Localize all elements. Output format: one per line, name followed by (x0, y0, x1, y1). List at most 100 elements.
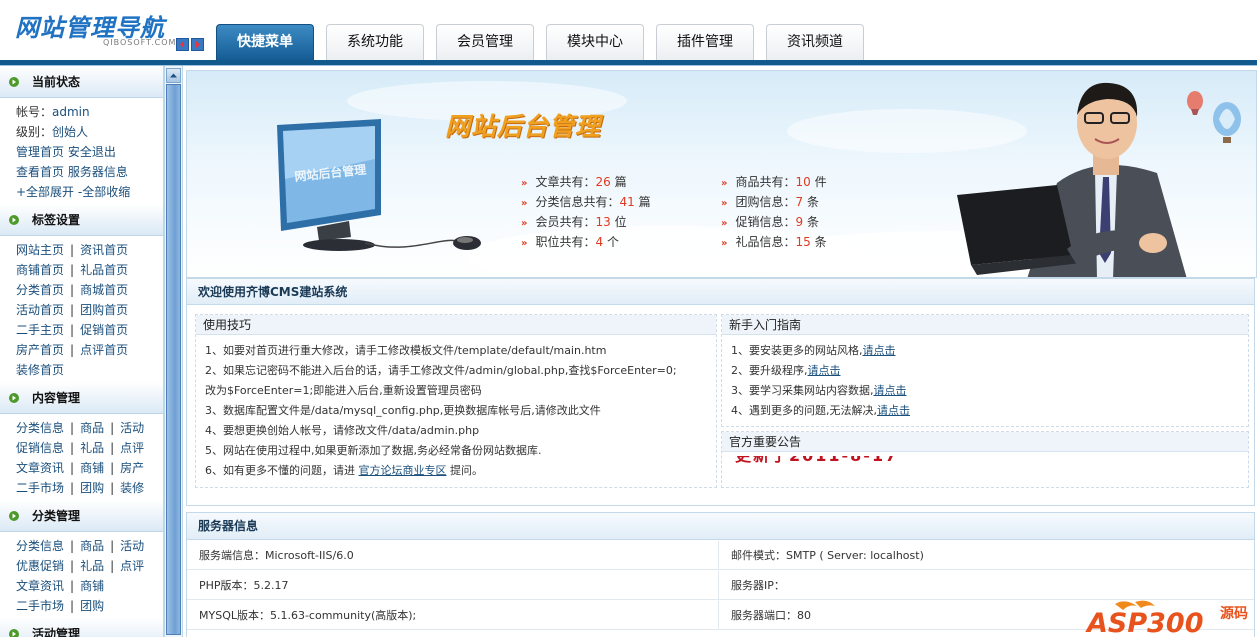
sidebar-link[interactable]: 二手市场 (16, 481, 64, 495)
guide-box: 新手入门指南 1、要安装更多的网站风格,请点击 2、要升级程序,请点击 3、要学… (721, 314, 1249, 427)
guide-link[interactable]: 请点击 (877, 404, 910, 417)
watermark-text: ASP300 (1085, 608, 1204, 637)
server-os: 服务端信息：Microsoft-IIS/6.0 (187, 541, 719, 570)
sidebar-link[interactable]: 促销信息 (16, 441, 64, 455)
sidebar-section-content[interactable]: 内容管理 (0, 382, 163, 414)
tab-plugin-management[interactable]: 插件管理 (656, 24, 754, 60)
sidebar-link[interactable]: 商铺 (80, 579, 104, 593)
tip-item: 3、数据库配置文件是/data/mysql_config.php,更换数据库帐号… (205, 404, 601, 417)
scroll-up-arrow-icon[interactable] (166, 68, 181, 83)
server-mysql-version: MYSQL版本：5.1.63-community(高版本); (187, 601, 719, 630)
guide-list: 1、要安装更多的网站风格,请点击 2、要升级程序,请点击 3、要学习采集网站内容… (722, 335, 1248, 421)
notice-title: 官方重要公告 (722, 432, 1248, 452)
sidebar-link[interactable]: 商品 (80, 421, 104, 435)
welcome-title: 欢迎使用齐博CMS建站系统 (187, 279, 1254, 305)
sidebar-link[interactable]: 文章资讯 (16, 579, 64, 593)
top-tabs: 快捷菜单 系统功能 会员管理 模块中心 插件管理 资讯频道 (216, 24, 876, 60)
tab-news-channel[interactable]: 资讯频道 (766, 24, 864, 60)
sidebar-link[interactable]: 商品 (80, 539, 104, 553)
green-bullet-icon (8, 392, 20, 404)
server-title: 服务器信息 (187, 513, 1254, 540)
sidebar-link[interactable]: 分类信息 (16, 421, 64, 435)
sidebar-link[interactable]: 点评首页 (80, 343, 128, 357)
sidebar-link[interactable]: 分类信息 (16, 539, 64, 553)
asp300-watermark-logo: ASP300 源码 (1085, 600, 1248, 637)
tip-item: 1、如要对首页进行重大修改，请手工修改模板文件/template/default… (205, 344, 607, 357)
guide-title: 新手入门指南 (722, 315, 1248, 335)
sidebar-link[interactable]: 点评 (120, 441, 144, 455)
tab-system-functions[interactable]: 系统功能 (326, 24, 424, 60)
tab-member-management[interactable]: 会员管理 (436, 24, 534, 60)
sidebar-link[interactable]: 二手主页 (16, 323, 64, 337)
sidebar-section-category[interactable]: 分类管理 (0, 500, 163, 532)
sidebar-link[interactable]: 资讯首页 (80, 243, 128, 257)
sidebar-section-title: 标签设置 (32, 213, 81, 227)
sidebar-link[interactable]: 文章资讯 (16, 461, 64, 475)
sidebar-link[interactable]: 礼品 (80, 441, 104, 455)
sidebar-link[interactable]: 装修 (120, 481, 144, 495)
sidebar-section-activity[interactable]: 活动管理 (0, 618, 163, 637)
scroll-left-arrow-icon[interactable] (176, 38, 189, 51)
sidebar-scrollbar[interactable] (164, 66, 183, 637)
tip-item: 改为$ForceEnter=1;即能进入后台,重新设置管理员密码 (205, 384, 482, 397)
sidebar-link[interactable]: 房产 (120, 461, 144, 475)
link-expand-all[interactable]: +全部展开 (16, 185, 74, 199)
sidebar-link[interactable]: 商城首页 (80, 283, 128, 297)
guide-link[interactable]: 请点击 (808, 364, 841, 377)
green-bullet-icon (8, 510, 20, 522)
forum-link[interactable]: 官方论坛商业专区 (359, 464, 447, 477)
link-admin-home[interactable]: 管理首页 (16, 145, 64, 159)
green-bullet-icon (8, 76, 20, 88)
link-collapse-all[interactable]: -全部收缩 (78, 185, 130, 199)
guide-item: 3、要学习采集网站内容数据,请点击 (731, 384, 907, 397)
sidebar-link[interactable]: 二手市场 (16, 599, 64, 613)
sidebar-category-body: 分类信息 | 商品 | 活动 优惠促销 | 礼品 | 点评 文章资讯 | 商铺 二手市场 | 团购 (16, 539, 145, 613)
sidebar-link[interactable]: 团购 (80, 599, 104, 613)
sidebar-link[interactable]: 分类首页 (16, 283, 64, 297)
notice-marquee[interactable]: 更新于2011-8-17 (735, 456, 898, 464)
sidebar-status-body: 帐号：admin 级别：创始人 管理首页 安全退出 查看首页 服务器信息 +全部… (0, 98, 163, 204)
scrollbar-thumb[interactable] (166, 84, 181, 635)
tip-item: 5、网站在使用过程中,如果更新添加了数据,务必经常备份网站数据库. (205, 444, 542, 457)
sidebar-link[interactable]: 礼品首页 (80, 263, 128, 277)
sidebar-link[interactable]: 网站主页 (16, 243, 64, 257)
sidebar-link[interactable]: 优惠促销 (16, 559, 64, 573)
sidebar-link[interactable]: 商铺首页 (16, 263, 64, 277)
sidebar-link[interactable]: 活动 (120, 539, 144, 553)
stat-articles: » 文章共有：26 篇 (521, 175, 627, 189)
sidebar-link[interactable]: 促销首页 (80, 323, 128, 337)
sidebar-link[interactable]: 活动 (120, 421, 144, 435)
sidebar-content-body: 分类信息 | 商品 | 活动 促销信息 | 礼品 | 点评 文章资讯 | 商铺 | 房产 二手市场 | 团购… (16, 421, 145, 495)
link-server-info[interactable]: 服务器信息 (68, 165, 128, 179)
tab-module-center[interactable]: 模块中心 (546, 24, 644, 60)
sidebar-section-tags[interactable]: 标签设置 (0, 204, 163, 236)
sidebar-link[interactable]: 装修首页 (16, 363, 64, 377)
server-php-version: PHP版本：5.2.17 (187, 571, 719, 600)
tip-item: 4、要想更换创始人帐号，请修改文件/data/admin.php (205, 424, 480, 437)
sidebar: 当前状态 帐号：admin 级别：创始人 管理首页 安全退出 查看首页 服务器信… (0, 66, 164, 637)
stat-gifts: » 礼品信息：15 条 (721, 235, 827, 249)
sidebar-link[interactable]: 团购首页 (80, 303, 128, 317)
server-mail-mode: 邮件模式：SMTP ( Server: localhost) (719, 541, 1254, 570)
guide-link[interactable]: 请点击 (874, 384, 907, 397)
tab-quick-menu[interactable]: 快捷菜单 (216, 24, 314, 60)
link-logout[interactable]: 安全退出 (68, 145, 116, 159)
stat-members: » 会员共有：13 位 (521, 215, 627, 229)
sidebar-link[interactable]: 活动首页 (16, 303, 64, 317)
businessman-illustration (957, 82, 1187, 277)
guide-item: 2、要升级程序,请点击 (731, 364, 841, 377)
tips-box: 使用技巧 1、如要对首页进行重大修改，请手工修改模板文件/template/de… (195, 314, 717, 488)
sidebar-link[interactable]: 商铺 (80, 461, 104, 475)
banner: 网站后台管理 网站后台管理 » 文章共有：26 篇 » 分类信息共有：41 篇 » 会… (186, 70, 1257, 278)
sidebar-link[interactable]: 点评 (120, 559, 144, 573)
link-view-home[interactable]: 查看首页 (16, 165, 64, 179)
logo-subtitle: QIBOSOFT.COM (103, 38, 177, 47)
header: 网站管理导航 QIBOSOFT.COM 快捷菜单 系统功能 会员管理 模块中心 … (0, 0, 1257, 66)
sidebar-link[interactable]: 房产首页 (16, 343, 64, 357)
guide-link[interactable]: 请点击 (863, 344, 896, 357)
sidebar-link[interactable]: 礼品 (80, 559, 104, 573)
header-divider (0, 60, 1257, 66)
sidebar-section-status[interactable]: 当前状态 (0, 66, 163, 98)
sidebar-link[interactable]: 团购 (80, 481, 104, 495)
scroll-right-arrow-icon[interactable] (191, 38, 204, 51)
